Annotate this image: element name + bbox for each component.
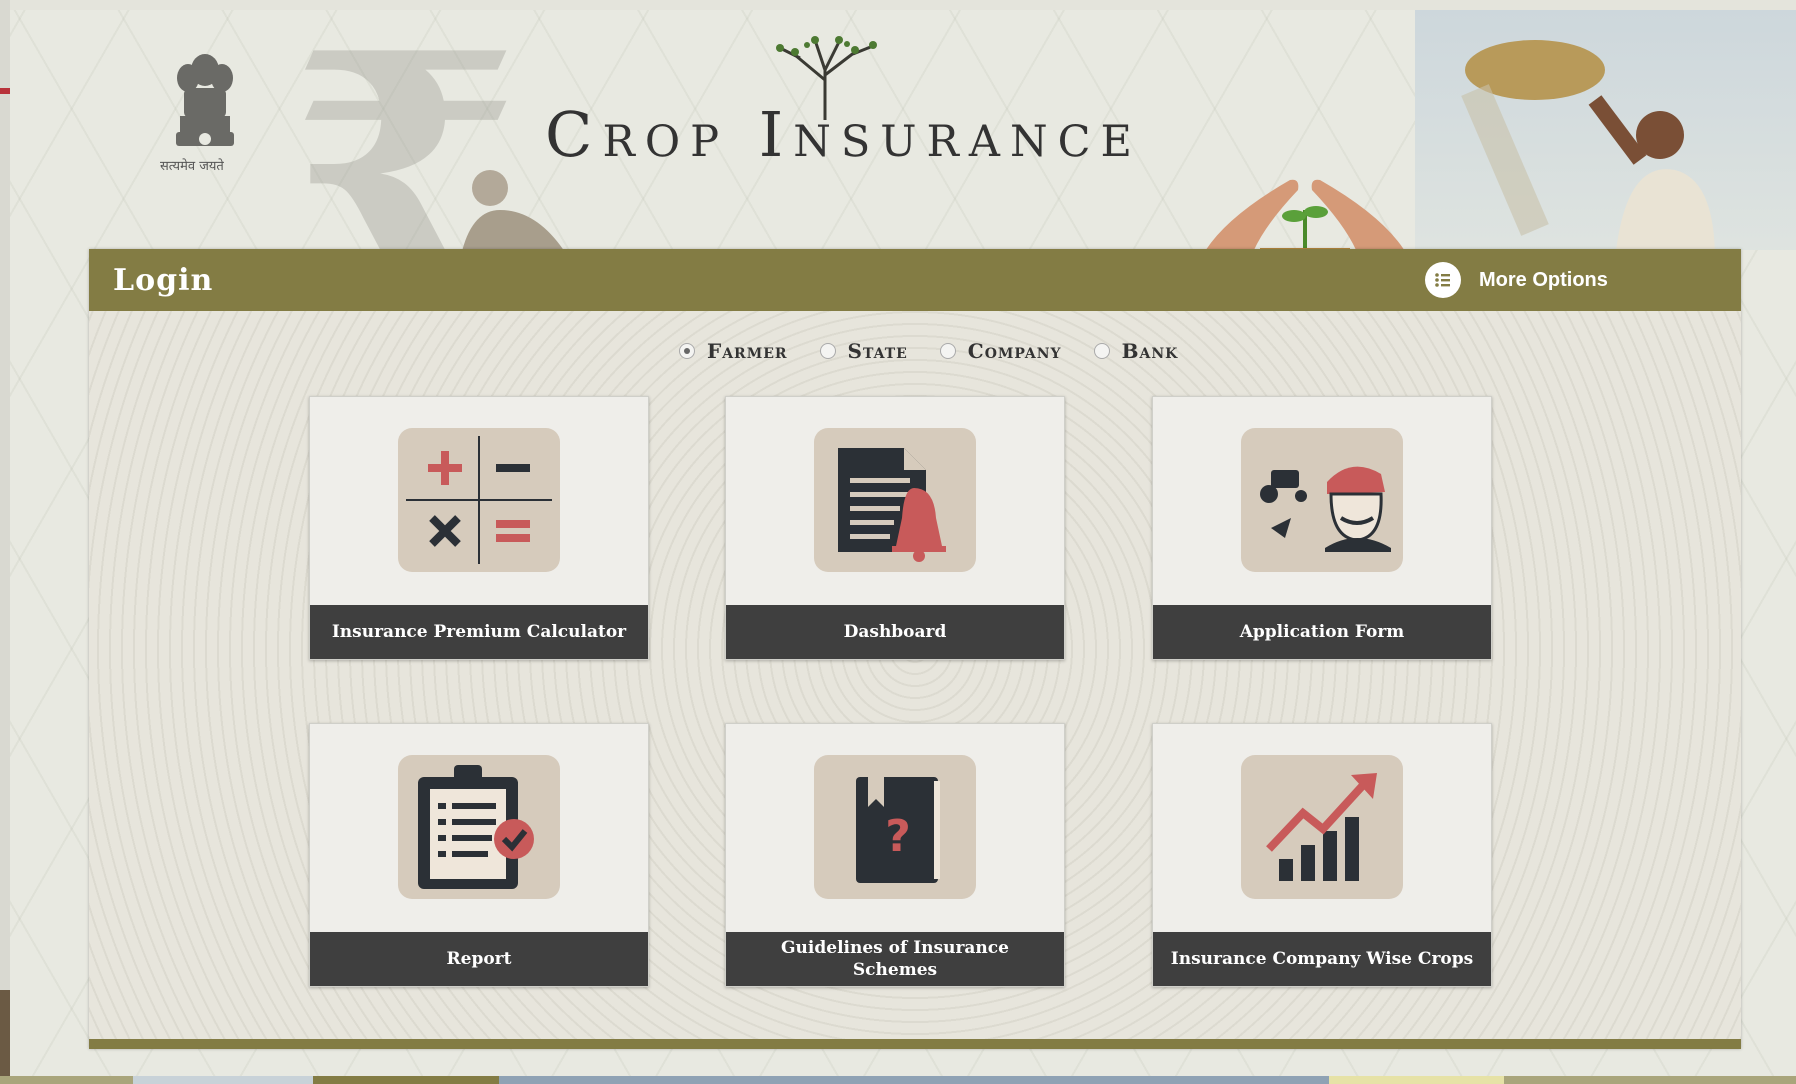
tile-caption: Insurance Company Wise Crops (1153, 932, 1491, 986)
bottom-color-stripes (0, 1076, 1796, 1084)
radio-company[interactable] (939, 343, 956, 359)
role-option-company[interactable]: Company (939, 339, 1062, 363)
svg-text:?: ? (885, 811, 911, 862)
tile-caption: Insurance Premium Calculator (310, 605, 648, 659)
radio-farmer[interactable] (679, 343, 695, 359)
clipboard-check-icon (398, 755, 560, 899)
login-footer-bar (89, 1039, 1741, 1049)
site-title: Crop Insurance (545, 98, 1142, 171)
tile-label: Dashboard (843, 622, 947, 642)
background-photo-edge (0, 990, 10, 1084)
tile-label: Report (446, 949, 512, 969)
tile-application-form[interactable]: Application Form (1152, 396, 1492, 660)
login-title: Login (113, 263, 214, 298)
tile-insurance-company-wise-crops[interactable]: Insurance Company Wise Crops (1152, 723, 1492, 987)
role-selector: Farmer State Company Bank (679, 339, 1178, 363)
list-icon (1425, 262, 1461, 298)
protecting-hands-illustration (1205, 179, 1405, 250)
tile-guidelines-of-insurance-schemes[interactable]: ? Guidelines of Insurance Schemes (725, 723, 1065, 987)
help-book-icon: ? (814, 755, 976, 899)
site-banner: सत्यमेव जयते ₹ Crop Insurance (10, 10, 1796, 250)
role-option-farmer[interactable]: Farmer (679, 339, 788, 363)
woman-illustration (462, 170, 564, 250)
role-option-bank[interactable]: Bank (1093, 339, 1179, 363)
role-label-company: Company (967, 339, 1062, 363)
tile-label: Guidelines of Insurance Schemes (781, 938, 1009, 980)
document-bell-icon (814, 428, 976, 572)
more-options-button[interactable]: More Options (1425, 261, 1608, 299)
emblem-motto: सत्यमेव जयते (160, 159, 224, 174)
red-mark (0, 88, 10, 94)
role-label-farmer: Farmer (707, 339, 788, 363)
growth-chart-icon (1241, 755, 1403, 899)
tile-label: Insurance Premium Calculator (331, 622, 627, 642)
tile-caption: Report (310, 932, 648, 986)
more-options-label: More Options (1479, 268, 1608, 291)
tile-dashboard[interactable]: Dashboard (725, 396, 1065, 660)
tile-caption: Application Form (1153, 605, 1491, 659)
radio-bank[interactable] (1093, 343, 1110, 359)
login-header-bar: Login More Options (89, 249, 1741, 311)
tile-insurance-premium-calculator[interactable]: Insurance Premium Calculator (309, 396, 649, 660)
calculator-icon (398, 428, 560, 572)
farmer-winnowing-photo (1415, 10, 1796, 250)
tile-report[interactable]: Report (309, 723, 649, 987)
login-panel: Login More Options Farmer State Company … (89, 249, 1741, 1049)
tile-label: Insurance Company Wise Crops (1170, 949, 1474, 969)
radio-state[interactable] (819, 343, 836, 359)
tile-label: Application Form (1239, 622, 1405, 642)
role-option-state[interactable]: State (819, 339, 908, 363)
farmer-tractor-icon (1241, 428, 1403, 572)
role-label-bank: Bank (1121, 339, 1179, 363)
tile-caption: Dashboard (726, 605, 1064, 659)
left-window-edge (0, 0, 10, 1084)
role-label-state: State (847, 339, 908, 363)
tile-caption: Guidelines of Insurance Schemes (726, 932, 1064, 986)
